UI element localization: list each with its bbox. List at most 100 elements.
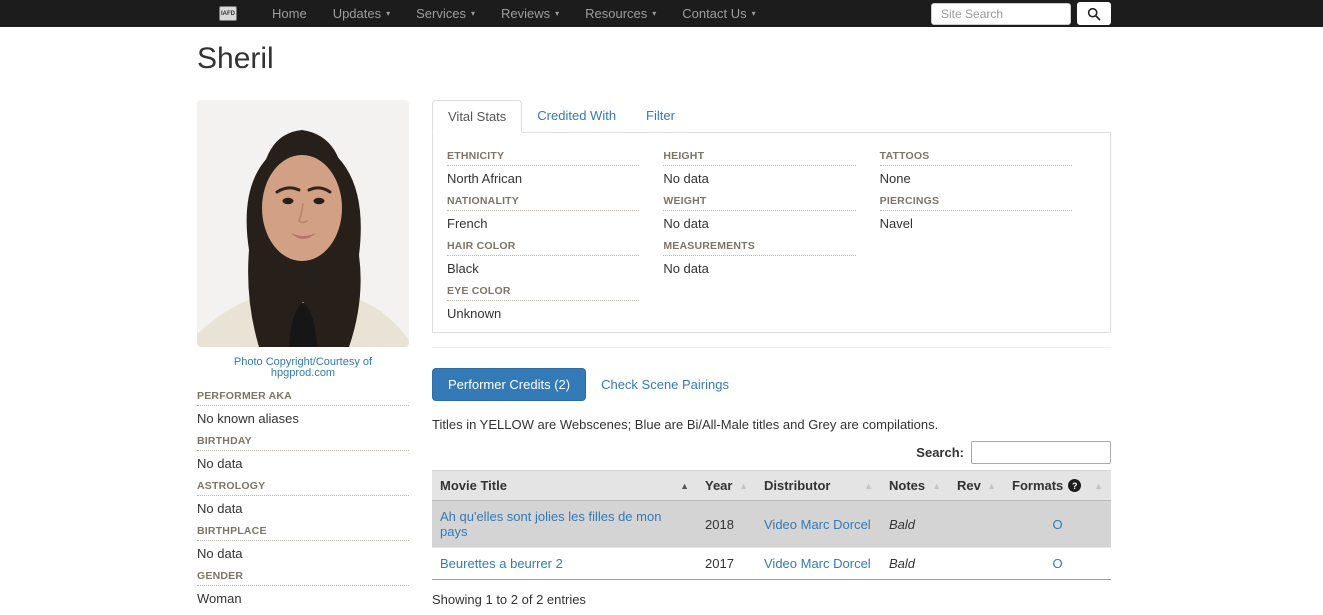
sort-asc-icon: ▲ [1094,481,1103,491]
stat-label-tattoos: TATTOOS [880,150,1072,166]
table-row: Beurettes a beurrer 2 2017 Video Marc Do… [432,548,1111,580]
iafd-logo-icon[interactable]: IAFD [219,6,237,21]
field-label-gender: GENDER [197,570,409,586]
field-label-astrology: ASTROLOGY [197,480,409,496]
field-value-birthday: No data [197,456,409,471]
tab-vital-stats[interactable]: Vital Stats [432,100,522,133]
stat-label-hair-color: HAIR COLOR [447,240,639,256]
table-search-input[interactable] [971,441,1111,464]
vital-stats-panel: ETHNICITY North African NATIONALITY Fren… [432,133,1111,333]
stat-label-measurements: MEASUREMENTS [663,240,855,256]
nav-item-updates[interactable]: Updates ▾ [320,0,403,27]
column-header-notes[interactable]: Notes ▲ [881,471,949,501]
year-cell: 2017 [697,548,756,580]
sort-asc-icon: ▲ [864,481,873,491]
field-label-performer-aka: PERFORMER AKA [197,390,409,406]
nav-item-contact-us[interactable]: Contact Us ▾ [669,0,768,27]
table-row: Ah qu'elles sont jolies les filles de mo… [432,501,1111,548]
column-header-formats[interactable]: Formats ? ▲ [1004,471,1111,501]
nav-item-label: Contact Us [682,6,746,21]
year-cell: 2018 [697,501,756,548]
column-header-label: Rev [957,478,981,493]
vital-stats-column: ETHNICITY North African NATIONALITY Fren… [447,150,663,332]
column-header-label: Formats [1012,478,1063,493]
column-header-label: Movie Title [440,478,507,493]
field-value-performer-aka: No known aliases [197,411,409,426]
caret-down-icon: ▾ [471,10,475,18]
credits-table: Movie Title ▲ Year ▲ Distributor ▲ [432,470,1111,580]
caret-down-icon: ▾ [386,10,390,18]
rev-cell [949,501,1004,548]
tab-credited-with[interactable]: Credited With [522,100,631,132]
stat-value-weight: No data [663,216,855,231]
search-icon [1087,7,1101,21]
rev-cell [949,548,1004,580]
performer-sidebar: Photo Copyright/Courtesy of hpgprod.com … [197,100,409,615]
column-header-movie-title[interactable]: Movie Title ▲ [432,471,697,501]
stat-value-height: No data [663,171,855,186]
movie-title-link[interactable]: Ah qu'elles sont jolies les filles de mo… [440,509,661,539]
main-content: Vital Stats Credited With Filter ETHNICI… [432,100,1111,607]
table-search-row: Search: [432,441,1111,464]
field-label-birthplace: BIRTHPLACE [197,525,409,541]
vital-stats-column: HEIGHT No data WEIGHT No data MEASUREMEN… [663,150,879,332]
section-divider [432,347,1111,348]
vital-stats-column: TATTOOS None PIERCINGS Navel [880,150,1096,332]
nav-item-home[interactable]: Home [259,0,320,27]
help-icon[interactable]: ? [1068,479,1081,492]
movie-title-link[interactable]: Beurettes a beurrer 2 [440,556,563,571]
stats-tabbar: Vital Stats Credited With Filter [432,100,1111,133]
nav-item-reviews[interactable]: Reviews ▾ [488,0,572,27]
column-header-label: Notes [889,478,925,493]
notes-cell: Bald [881,548,949,580]
sort-asc-icon: ▲ [739,481,748,491]
site-search-button[interactable] [1077,2,1111,25]
formats-link[interactable]: O [1052,556,1062,571]
stat-label-ethnicity: ETHNICITY [447,150,639,166]
stat-value-nationality: French [447,216,639,231]
nav-item-label: Resources [585,6,647,21]
formats-link[interactable]: O [1052,517,1062,532]
tab-filter[interactable]: Filter [631,100,690,132]
credits-legend: Titles in YELLOW are Webscenes; Blue are… [432,417,1111,432]
performer-credits-button[interactable]: Performer Credits (2) [432,368,586,401]
stat-value-tattoos: None [880,171,1072,186]
sort-asc-icon: ▲ [932,481,941,491]
check-scene-pairings-link[interactable]: Check Scene Pairings [601,377,729,392]
nav-search-area [931,2,1111,25]
caret-down-icon: ▾ [752,10,756,18]
caret-down-icon: ▾ [555,10,559,18]
stat-value-piercings: Navel [880,216,1072,231]
distributor-link[interactable]: Video Marc Dorcel [764,556,871,571]
nav-item-label: Reviews [501,6,550,21]
notes-cell: Bald [881,501,949,548]
performer-photo [197,100,409,347]
sort-asc-icon: ▲ [987,481,996,491]
nav-item-label: Services [416,6,466,21]
sort-asc-icon: ▲ [680,481,689,491]
stat-label-height: HEIGHT [663,150,855,166]
nav-item-label: Home [272,6,307,21]
credits-tabbar: Performer Credits (2) Check Scene Pairin… [432,368,1111,401]
nav-menu: Home Updates ▾ Services ▾ Reviews ▾ Reso… [259,0,769,27]
nav-item-services[interactable]: Services ▾ [403,0,488,27]
stat-value-eye-color: Unknown [447,306,639,321]
stat-label-piercings: PIERCINGS [880,195,1072,211]
stat-value-ethnicity: North African [447,171,639,186]
column-header-rev[interactable]: Rev ▲ [949,471,1004,501]
field-value-astrology: No data [197,501,409,516]
column-header-distributor[interactable]: Distributor ▲ [756,471,881,501]
site-search-input[interactable] [931,3,1071,25]
top-navbar: IAFD Home Updates ▾ Services ▾ Reviews ▾… [0,0,1323,27]
field-value-birthplace: No data [197,546,409,561]
field-label-birthday: BIRTHDAY [197,435,409,451]
performer-fields: PERFORMER AKA No known aliases BIRTHDAY … [197,390,409,606]
stat-label-weight: WEIGHT [663,195,855,211]
nav-item-resources[interactable]: Resources ▾ [572,0,669,27]
field-value-gender: Woman [197,591,409,606]
photo-credit[interactable]: Photo Copyright/Courtesy of hpgprod.com [197,357,409,379]
column-header-year[interactable]: Year ▲ [697,471,756,501]
column-header-label: Distributor [764,478,830,493]
page-title: Sheril [197,42,274,76]
distributor-link[interactable]: Video Marc Dorcel [764,517,871,532]
